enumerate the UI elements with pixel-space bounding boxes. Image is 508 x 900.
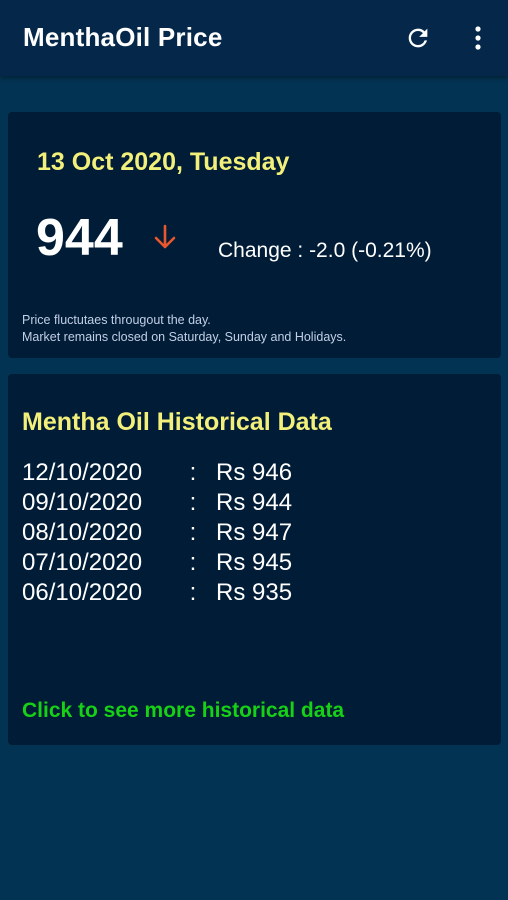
history-date: 12/10/2020 bbox=[22, 459, 143, 486]
historical-list: 12/10/2020 : Rs 946 09/10/2020 : Rs 944 … bbox=[22, 458, 292, 608]
market-note-line-1: Price fluctutaes througout the day. bbox=[22, 313, 211, 327]
market-note: Price fluctutaes througout the day. Mark… bbox=[22, 312, 346, 345]
history-row: 07/10/2020 : Rs 945 bbox=[22, 548, 292, 578]
history-date: 08/10/2020 bbox=[22, 519, 143, 546]
history-separator: : bbox=[189, 579, 197, 606]
app-title: MenthaOil Price bbox=[23, 22, 223, 52]
refresh-icon bbox=[408, 28, 428, 48]
history-price: Rs 944 bbox=[216, 489, 293, 516]
more-options-button[interactable] bbox=[458, 18, 498, 58]
historical-title: Mentha Oil Historical Data bbox=[22, 408, 332, 436]
history-separator: : bbox=[189, 459, 197, 486]
historical-card: Mentha Oil Historical Data 12/10/2020 : … bbox=[8, 374, 501, 745]
history-row: 12/10/2020 : Rs 946 bbox=[22, 458, 292, 488]
price-date: 13 Oct 2020, Tuesday bbox=[37, 148, 290, 176]
refresh-button[interactable] bbox=[398, 18, 438, 58]
history-date: 09/10/2020 bbox=[22, 489, 143, 516]
history-row: 06/10/2020 : Rs 935 bbox=[22, 578, 292, 608]
current-price: 944 bbox=[36, 209, 123, 267]
history-date: 07/10/2020 bbox=[22, 549, 143, 576]
price-change: Change : -2.0 (-0.21%) bbox=[218, 239, 432, 262]
arrow-down-icon bbox=[154, 224, 176, 249]
history-price: Rs 946 bbox=[216, 459, 293, 486]
history-date: 06/10/2020 bbox=[22, 579, 143, 606]
history-separator: : bbox=[189, 489, 197, 516]
history-price: Rs 945 bbox=[216, 549, 293, 576]
history-price: Rs 947 bbox=[216, 519, 293, 546]
app-bar: MenthaOil Price bbox=[0, 0, 508, 76]
history-row: 08/10/2020 : Rs 947 bbox=[22, 518, 292, 548]
more-vert-icon bbox=[475, 26, 481, 50]
more-historical-data-link[interactable]: Click to see more historical data bbox=[22, 699, 344, 723]
price-card: 13 Oct 2020, Tuesday 944 Change : -2.0 (… bbox=[8, 112, 501, 358]
history-row: 09/10/2020 : Rs 944 bbox=[22, 488, 292, 518]
market-note-line-2: Market remains closed on Saturday, Sunda… bbox=[22, 329, 347, 344]
history-separator: : bbox=[189, 549, 197, 576]
history-price: Rs 935 bbox=[216, 579, 293, 606]
history-separator: : bbox=[189, 519, 197, 546]
